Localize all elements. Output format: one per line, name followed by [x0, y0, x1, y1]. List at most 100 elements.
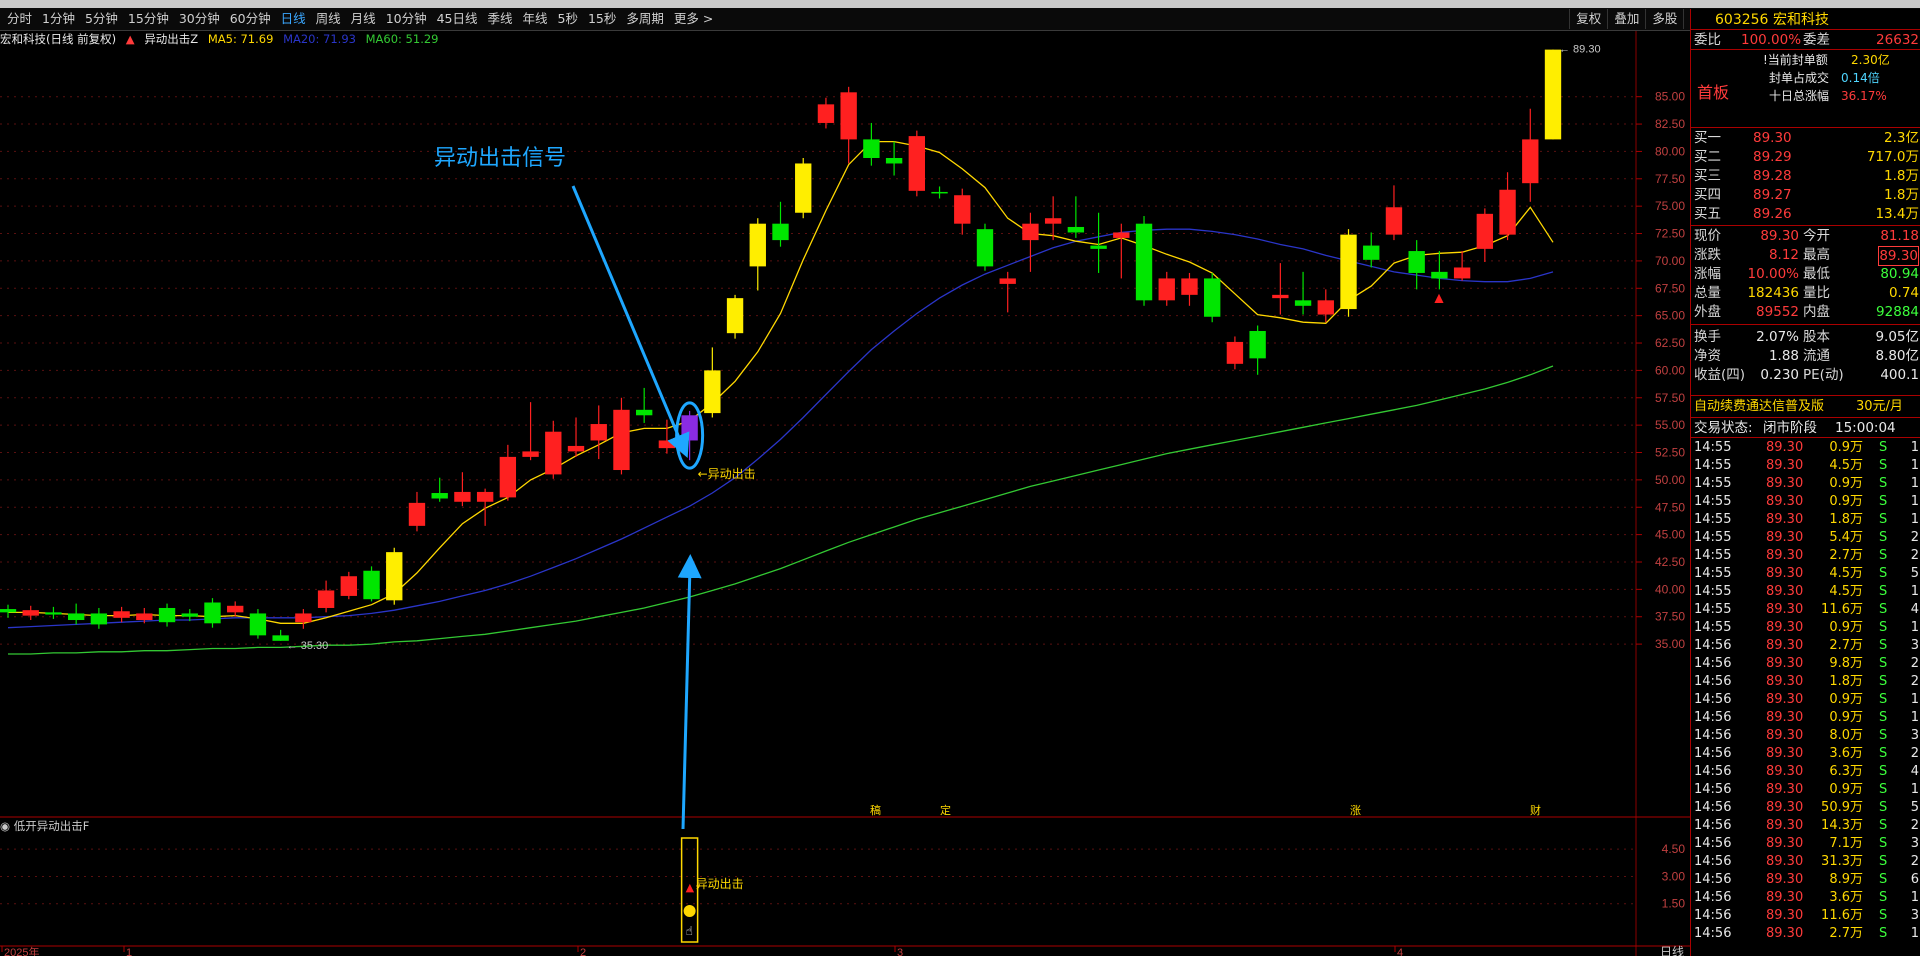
period-label: 日线 [1660, 945, 1684, 956]
event-tag[interactable]: 稿 [870, 803, 881, 817]
tool-button-多股[interactable]: 多股 [1645, 9, 1683, 29]
period-tab-季线[interactable]: 季线 [483, 8, 518, 30]
period-tab-10分钟[interactable]: 10分钟 [381, 8, 432, 30]
up-arrow-icon: ▲ [686, 881, 695, 894]
tick-volume: 8.9万 [1829, 872, 1863, 887]
divider [1691, 437, 1920, 438]
tick-count: 3 [1910, 638, 1919, 653]
tick-time: 14:55 [1694, 602, 1732, 617]
stat-value: 2.07% [1756, 329, 1799, 345]
tick-volume: 1.8万 [1829, 512, 1863, 527]
period-tab-5分钟[interactable]: 5分钟 [80, 8, 123, 30]
tick-time: 14:55 [1694, 620, 1732, 635]
period-tab-45日线[interactable]: 45日线 [432, 8, 483, 30]
tool-button-复权[interactable]: 复权 [1569, 9, 1607, 29]
date-tick-label: 1 [126, 947, 132, 956]
tick-count: 1 [1910, 440, 1919, 455]
period-tab-多周期[interactable]: 多周期 [621, 8, 669, 30]
price-tick-label: 60.00 [1655, 363, 1685, 377]
bid-price: 89.27 [1753, 187, 1792, 203]
tick-side: S [1879, 782, 1888, 797]
stat-label: 总量 [1694, 285, 1721, 301]
bid-row: 买一 89.30 2.3亿 [1691, 129, 1920, 147]
tick-time: 14:55 [1694, 530, 1732, 545]
stat-label: 外盘 [1694, 304, 1721, 320]
tick-row: 14:56 89.30 3.6万 S 1 [1691, 889, 1920, 907]
quote-header: 603256 宏和科技 [1691, 11, 1920, 29]
bid-price: 89.26 [1753, 206, 1792, 222]
bid-row: 买五 89.26 13.4万 [1691, 205, 1920, 223]
indicator-toggle-icon[interactable]: ◉ [0, 819, 10, 833]
tick-price: 89.30 [1766, 692, 1804, 707]
tick-count: 2 [1910, 530, 1919, 545]
event-tag[interactable]: 定 [940, 803, 951, 817]
tick-side: S [1879, 764, 1888, 779]
tick-count: 4 [1910, 764, 1919, 779]
stat-value: 89.30 [1760, 228, 1799, 244]
price-tick-label: 45.00 [1655, 528, 1685, 542]
price-tick-label: 47.50 [1655, 500, 1685, 514]
tick-count: 1 [1910, 512, 1919, 527]
bid-volume: 2.3亿 [1884, 130, 1919, 146]
indicator-name[interactable]: 异动出击Z [144, 32, 198, 46]
chart-toolbar: 分时 1分钟 5分钟 15分钟 30分钟 60分钟 日线 周线 月线 10分钟 45日线 季线 年线 5秒… [0, 8, 1920, 31]
period-tab-1分钟[interactable]: 1分钟 [37, 8, 80, 30]
indicator-tick-label: 4.50 [1662, 842, 1686, 856]
stock-name: 宏和科技 [1773, 12, 1829, 28]
price-tick-label: 67.50 [1655, 281, 1685, 295]
event-tag[interactable]: 涨 [1350, 804, 1361, 817]
period-tab-30分钟[interactable]: 30分钟 [174, 8, 225, 30]
period-tab-月线[interactable]: 月线 [346, 8, 381, 30]
date-tick-label: 2025年 [4, 945, 39, 956]
period-tab-60分钟[interactable]: 60分钟 [225, 8, 276, 30]
tick-count: 3 [1910, 836, 1919, 851]
tick-time: 14:55 [1694, 512, 1732, 527]
tick-price: 89.30 [1766, 872, 1804, 887]
date-tick-label: 3 [897, 947, 903, 956]
tick-row: 14:56 89.30 8.9万 S 6 [1691, 871, 1920, 889]
tick-time: 14:56 [1694, 872, 1732, 887]
ten-day-label: 十日总涨幅 [1769, 89, 1830, 103]
tool-button-叠加[interactable]: 叠加 [1607, 9, 1645, 29]
tick-volume: 31.3万 [1821, 854, 1863, 869]
seal-amount-row: !当前封单额 2.30亿 [1691, 51, 1920, 69]
period-tab-5秒[interactable]: 5秒 [553, 8, 583, 30]
period-tab-15分钟[interactable]: 15分钟 [123, 8, 174, 30]
tick-count: 1 [1910, 926, 1919, 941]
period-tab-年线[interactable]: 年线 [518, 8, 553, 30]
period-tab-日线[interactable]: 日线 [276, 8, 311, 30]
candle [726, 294, 744, 339]
promo-row: 自动续费通达信普及版 30元/月 [1691, 398, 1920, 416]
tick-side: S [1879, 494, 1888, 509]
stat-value: 8.80亿 [1875, 348, 1919, 364]
stat-value: 80.94 [1880, 266, 1919, 282]
tick-price: 89.30 [1766, 908, 1804, 923]
tick-row: 14:55 89.30 0.9万 S 1 [1691, 475, 1920, 493]
price-tick-label: 72.50 [1655, 227, 1685, 241]
tick-price: 89.30 [1766, 440, 1804, 455]
weicha-value: 26632 [1876, 32, 1919, 48]
tick-side: S [1879, 818, 1888, 833]
tick-side: S [1879, 440, 1888, 455]
money-bag-icon [683, 905, 696, 917]
period-tab-更多 >[interactable]: 更多 > [669, 8, 718, 30]
event-tag[interactable]: 财 [1530, 803, 1541, 817]
tick-volume: 2.7万 [1829, 926, 1863, 941]
stat-label: 今开 [1803, 228, 1830, 244]
tick-volume: 14.3万 [1821, 818, 1863, 833]
tick-volume: 11.6万 [1821, 908, 1863, 923]
tick-volume: 0.9万 [1829, 440, 1863, 455]
kline-chart[interactable]: 85.00 82.50 80.00 77.50 75.00 72.50 70.00 67.50… [0, 31, 1690, 956]
tick-count: 2 [1910, 854, 1919, 869]
indicator-panel-title: 低开异动出击F [13, 819, 90, 833]
tick-price: 89.30 [1766, 818, 1804, 833]
price-tick-label: 52.50 [1655, 446, 1685, 460]
stat-row: 净资 1.88 流通 8.80亿 [1691, 347, 1920, 365]
weibi-label: 委比 [1694, 32, 1721, 48]
stat-row: 外盘 89552 内盘 92884 [1691, 303, 1920, 321]
period-tab-分时[interactable]: 分时 [2, 8, 37, 30]
period-tab-15秒[interactable]: 15秒 [583, 8, 621, 30]
tick-price: 89.30 [1766, 602, 1804, 617]
period-tab-周线[interactable]: 周线 [311, 8, 346, 30]
tick-volume: 5.4万 [1829, 530, 1863, 545]
